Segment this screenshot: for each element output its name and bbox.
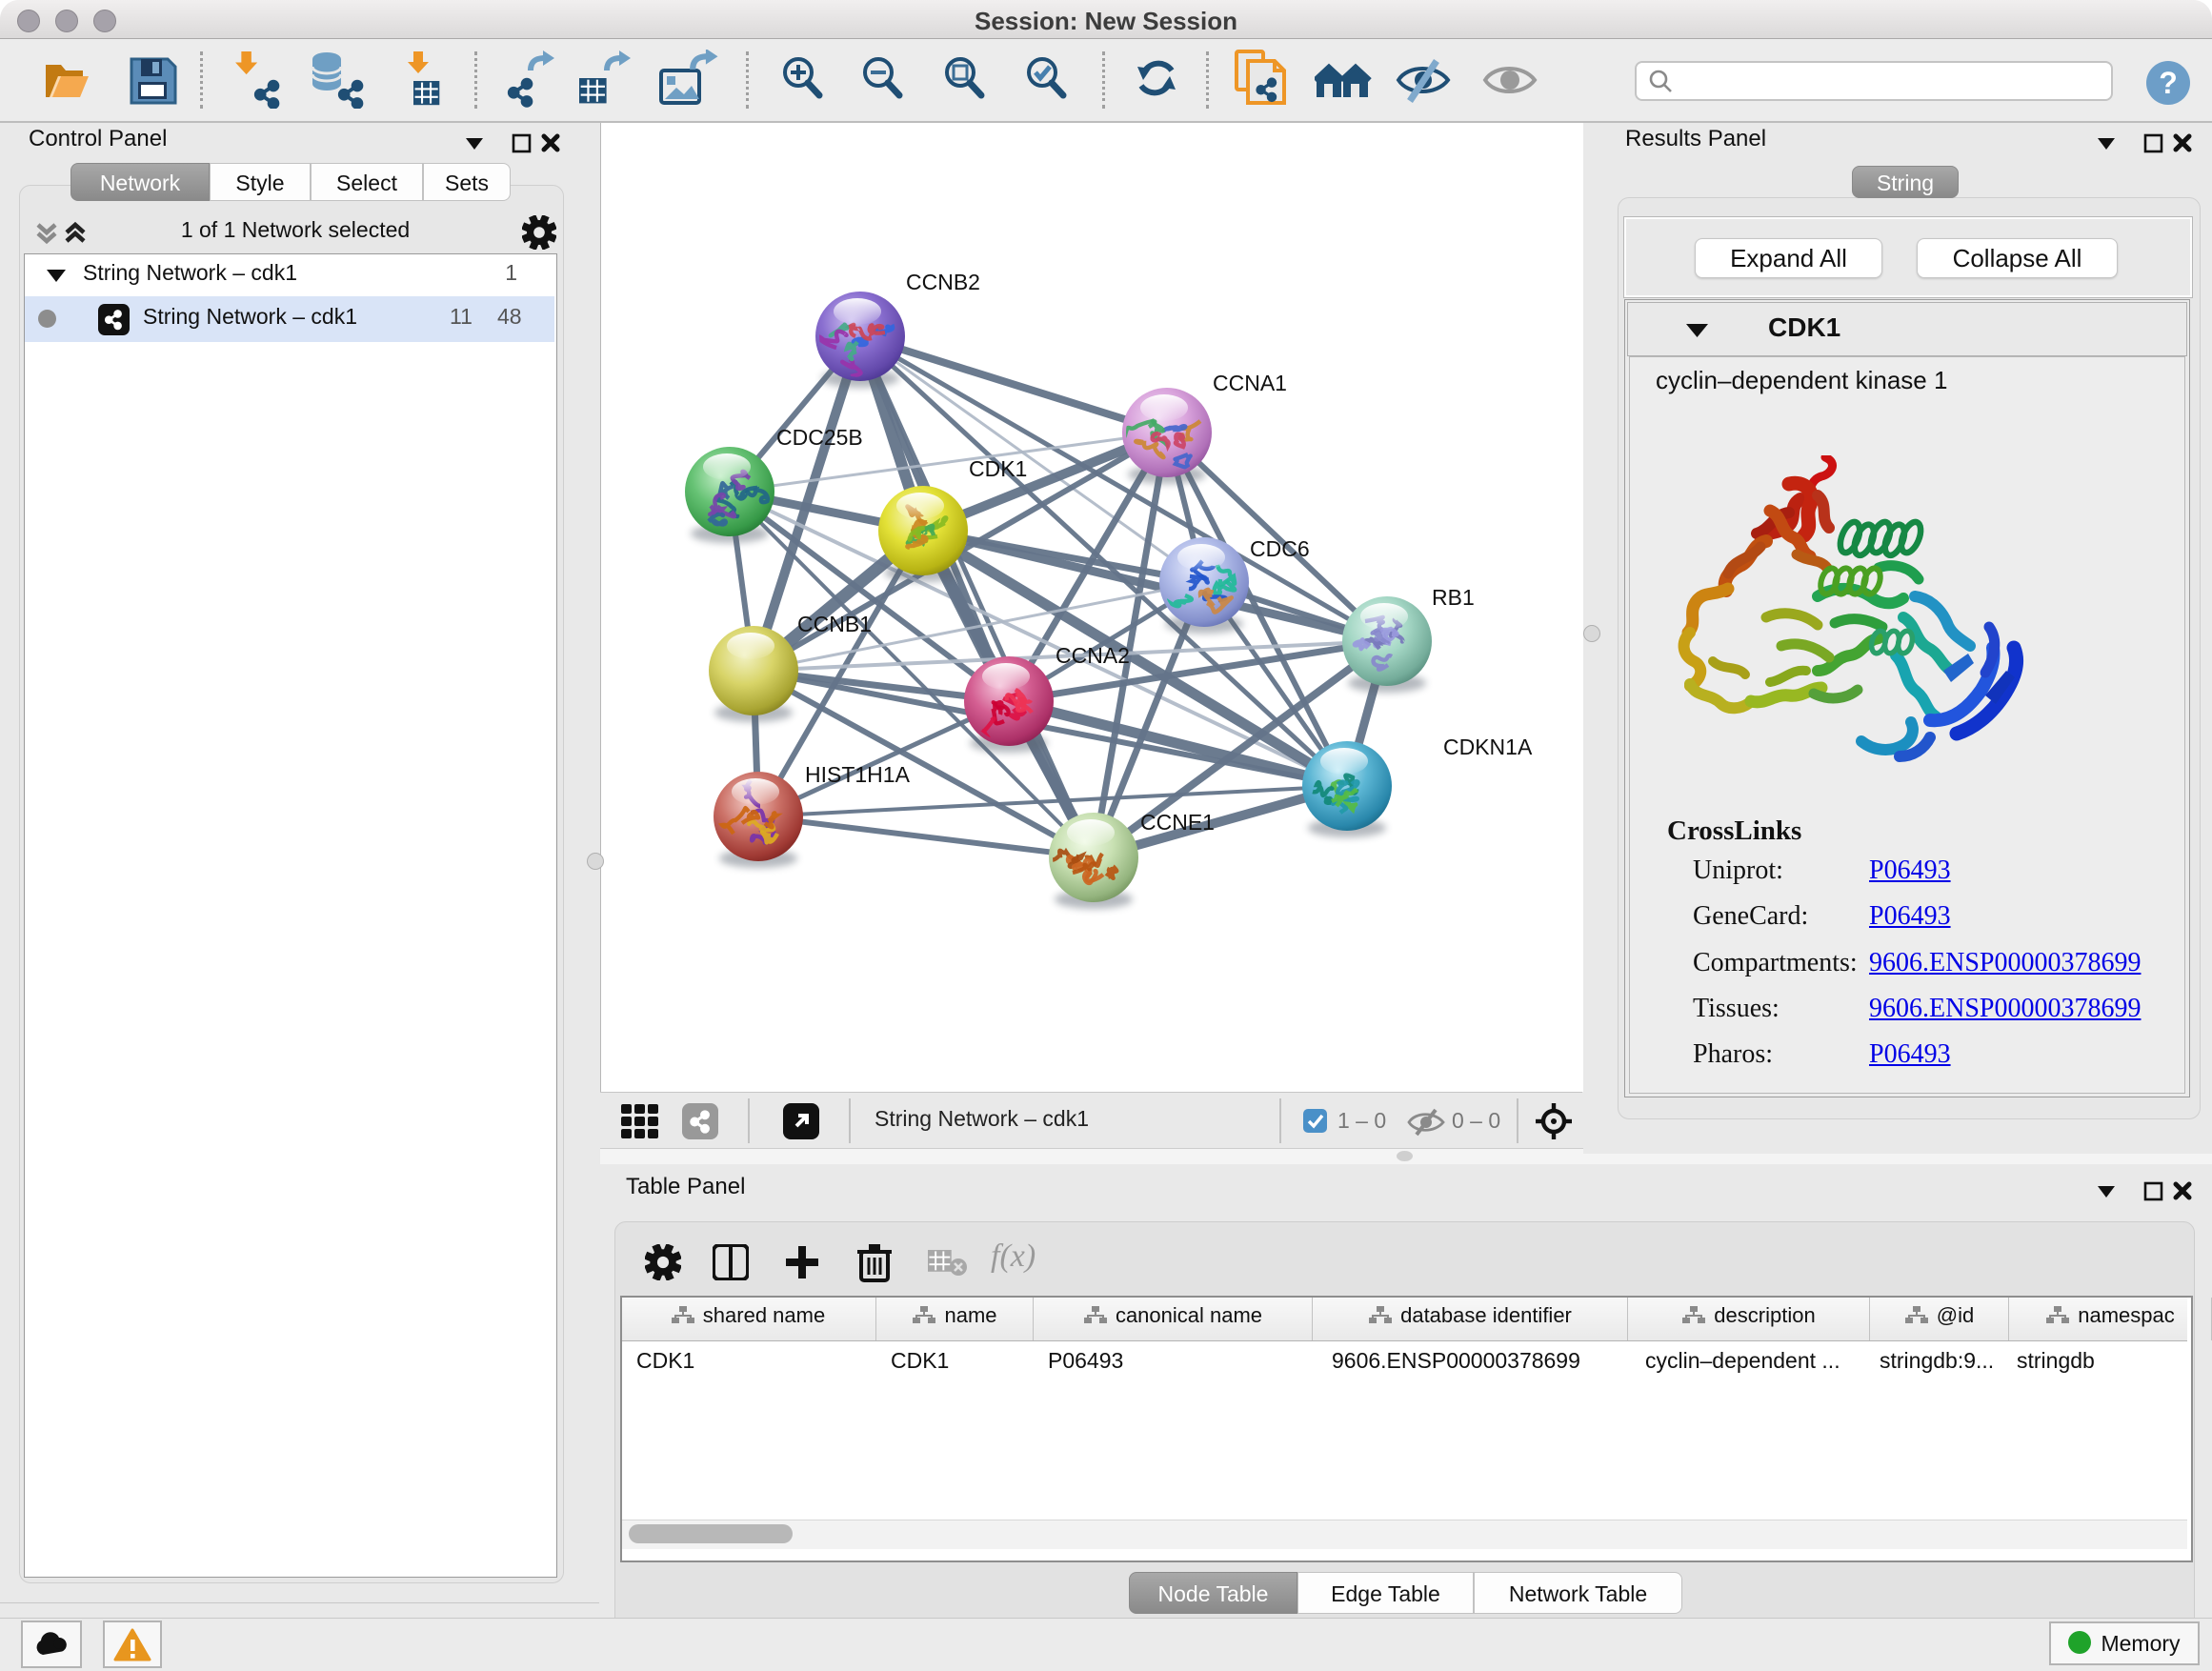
svg-text:RB1: RB1 <box>1432 585 1475 610</box>
svg-text:CCNA2: CCNA2 <box>1056 643 1130 668</box>
svg-text:CCNB2: CCNB2 <box>906 270 980 294</box>
svg-text:CCNB1: CCNB1 <box>797 612 872 636</box>
svg-text:CDC6: CDC6 <box>1250 536 1310 561</box>
svg-text:HIST1H1A: HIST1H1A <box>805 762 911 787</box>
svg-text:CDKN1A: CDKN1A <box>1443 735 1533 759</box>
svg-text:CCNE1: CCNE1 <box>1140 810 1215 835</box>
svg-text:CDK1: CDK1 <box>969 456 1027 481</box>
svg-text:CDC25B: CDC25B <box>776 425 863 450</box>
svg-text:CCNA1: CCNA1 <box>1213 371 1287 395</box>
